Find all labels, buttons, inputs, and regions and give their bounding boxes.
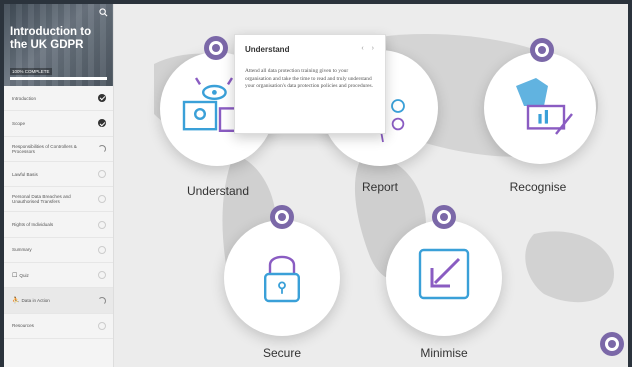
card-label-minimise: Minimise	[420, 346, 468, 360]
sidebar-item-rights[interactable]: Rights of Individuals	[4, 212, 113, 238]
course-sidebar: Introduction to the UK GDPR 100% COMPLET…	[4, 4, 114, 367]
card-label-secure: Secure	[262, 346, 302, 360]
popup-title: Understand	[245, 45, 290, 54]
sidebar-item-breaches[interactable]: Personal Data Breaches and Unauthorised …	[4, 187, 113, 213]
card-recognise[interactable]	[484, 52, 596, 164]
sidebar-item-resources[interactable]: Resources	[4, 314, 113, 339]
ring-icon	[270, 205, 294, 229]
sidebar-item-label: Resources	[12, 323, 34, 329]
ring-icon	[600, 332, 624, 356]
status-icon	[98, 271, 106, 280]
card-label-report: Report	[361, 180, 399, 194]
ring-icon	[530, 38, 554, 62]
lesson-menu: Introduction Scope Responsibilities of C…	[4, 86, 113, 339]
card-label-understand: Understand	[186, 184, 250, 198]
course-progress-bar	[10, 77, 107, 80]
quiz-icon: ☐	[12, 272, 18, 279]
content-area: Understand Report Recognise Secure Minim…	[114, 4, 628, 367]
card-secure[interactable]	[224, 220, 340, 336]
status-icon	[98, 195, 106, 204]
ring-icon	[432, 205, 456, 229]
sidebar-item-label: Rights of Individuals	[12, 222, 54, 228]
sidebar-item-quiz[interactable]: ☐ Quiz	[4, 263, 113, 289]
status-icon	[98, 321, 106, 330]
sidebar-item-introduction[interactable]: Introduction	[4, 86, 113, 112]
sidebar-item-summary[interactable]: Summary	[4, 238, 113, 264]
app-frame: Introduction to the UK GDPR 100% COMPLET…	[4, 4, 628, 367]
sidebar-item-label: Data in Action	[21, 298, 50, 304]
popup-body: Attend all data protection training give…	[245, 68, 373, 89]
sidebar-item-label: Introduction	[12, 95, 37, 101]
info-popup: Understand ‹ › Attend all data protectio…	[234, 34, 386, 134]
recognise-icon	[516, 78, 573, 135]
status-icon	[98, 170, 106, 179]
status-icon	[98, 144, 106, 153]
padlock-icon	[264, 255, 300, 303]
sidebar-item-lawful-basis[interactable]: Lawful Basis	[4, 162, 113, 188]
status-icon	[98, 296, 106, 305]
sidebar-item-label: Personal Data Breaches and Unauthorised …	[12, 194, 71, 205]
sidebar-item-label: Responsibilities of Controllers & Proces…	[12, 143, 77, 154]
status-icon	[98, 245, 106, 254]
sidebar-item-label: Quiz	[19, 272, 29, 278]
sidebar-item-responsibilities[interactable]: Responsibilities of Controllers & Proces…	[4, 137, 113, 162]
card-minimise[interactable]	[386, 220, 502, 336]
person-icon: ⛹	[12, 298, 20, 305]
sidebar-item-label: Summary	[12, 247, 32, 253]
course-progress-text: 100% COMPLETE	[10, 68, 52, 75]
sidebar-item-scope[interactable]: Scope	[4, 111, 113, 137]
search-icon[interactable]	[99, 8, 108, 17]
status-icon	[98, 94, 106, 103]
sidebar-item-label: Scope	[12, 120, 26, 126]
ring-icon	[204, 36, 228, 60]
sidebar-item-data-in-action[interactable]: ⛹ Data in Action	[4, 288, 113, 314]
popup-nav-arrows[interactable]: ‹ ›	[361, 45, 377, 52]
status-icon	[98, 220, 106, 229]
minimise-icon	[418, 248, 470, 300]
course-header: Introduction to the UK GDPR 100% COMPLET…	[4, 4, 113, 86]
course-title: Introduction to the UK GDPR	[10, 26, 92, 51]
sidebar-item-label: Lawful Basis	[12, 171, 38, 177]
status-icon	[98, 119, 106, 128]
card-label-recognise: Recognise	[509, 180, 567, 194]
